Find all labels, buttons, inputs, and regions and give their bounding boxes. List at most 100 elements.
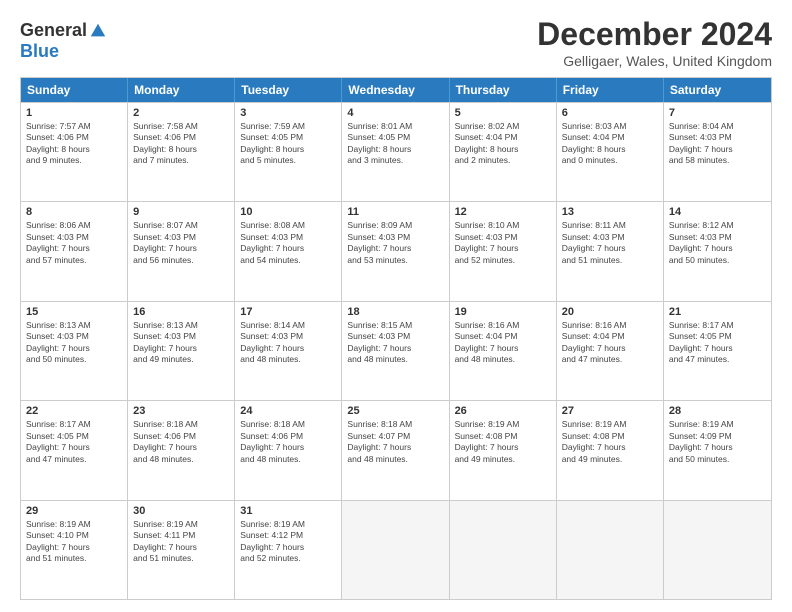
- day-info: Sunrise: 8:14 AM Sunset: 4:03 PM Dayligh…: [240, 320, 336, 366]
- day-cell-5: 5 Sunrise: 8:02 AM Sunset: 4:04 PM Daylig…: [450, 103, 557, 201]
- main-title: December 2024: [537, 16, 772, 53]
- day-number: 22: [26, 405, 122, 417]
- day-info: Sunrise: 8:18 AM Sunset: 4:06 PM Dayligh…: [133, 419, 229, 465]
- day-number: 19: [455, 306, 551, 318]
- day-cell-22: 22 Sunrise: 8:17 AM Sunset: 4:05 PM Dayli…: [21, 401, 128, 499]
- day-cell-29: 29 Sunrise: 8:19 AM Sunset: 4:10 PM Dayli…: [21, 501, 128, 599]
- day-cell-17: 17 Sunrise: 8:14 AM Sunset: 4:03 PM Dayli…: [235, 302, 342, 400]
- day-info: Sunrise: 8:07 AM Sunset: 4:03 PM Dayligh…: [133, 220, 229, 266]
- day-number: 18: [347, 306, 443, 318]
- day-cell-11: 11Sunrise: 8:09 AM Sunset: 4:03 PM Dayli…: [342, 202, 449, 300]
- day-info: Sunrise: 8:13 AM Sunset: 4:03 PM Dayligh…: [26, 320, 122, 366]
- day-info: Sunrise: 8:08 AM Sunset: 4:03 PM Dayligh…: [240, 220, 336, 266]
- day-number: 16: [133, 306, 229, 318]
- day-cell-18: 18 Sunrise: 8:15 AM Sunset: 4:03 PM Dayli…: [342, 302, 449, 400]
- day-number: 31: [240, 505, 336, 517]
- day-number: 25: [347, 405, 443, 417]
- day-info: Sunrise: 8:19 AM Sunset: 4:09 PM Dayligh…: [669, 419, 766, 465]
- day-cell-3: 3Sunrise: 7:59 AM Sunset: 4:05 PM Daylig…: [235, 103, 342, 201]
- day-info: Sunrise: 8:19 AM Sunset: 4:12 PM Dayligh…: [240, 519, 336, 565]
- day-number: 7: [669, 107, 766, 119]
- page: General Blue December 2024 Gelligaer, Wa…: [0, 0, 792, 612]
- day-cell-2: 2 Sunrise: 7:58 AM Sunset: 4:06 PM Daylig…: [128, 103, 235, 201]
- day-cell-14: 14 Sunrise: 8:12 AM Sunset: 4:03 PM Dayli…: [664, 202, 771, 300]
- day-info: Sunrise: 7:59 AM Sunset: 4:05 PM Dayligh…: [240, 121, 336, 167]
- day-cell-23: 23 Sunrise: 8:18 AM Sunset: 4:06 PM Dayli…: [128, 401, 235, 499]
- day-info: Sunrise: 8:13 AM Sunset: 4:03 PM Dayligh…: [133, 320, 229, 366]
- day-info: Sunrise: 8:01 AM Sunset: 4:05 PM Dayligh…: [347, 121, 443, 167]
- header-day-tuesday: Tuesday: [235, 78, 342, 102]
- calendar-row-1: 1 Sunrise: 7:57 AM Sunset: 4:06 PM Daylig…: [21, 102, 771, 201]
- day-cell-26: 26 Sunrise: 8:19 AM Sunset: 4:08 PM Dayli…: [450, 401, 557, 499]
- day-number: 1: [26, 107, 122, 119]
- empty-cell: [342, 501, 449, 599]
- day-cell-28: 28 Sunrise: 8:19 AM Sunset: 4:09 PM Dayli…: [664, 401, 771, 499]
- empty-cell: [664, 501, 771, 599]
- day-cell-24: 24 Sunrise: 8:18 AM Sunset: 4:06 PM Dayli…: [235, 401, 342, 499]
- logo-general-text: General: [20, 20, 87, 41]
- calendar-row-5: 29 Sunrise: 8:19 AM Sunset: 4:10 PM Dayli…: [21, 500, 771, 599]
- empty-cell: [557, 501, 664, 599]
- day-cell-4: 4Sunrise: 8:01 AM Sunset: 4:05 PM Daylig…: [342, 103, 449, 201]
- day-number: 20: [562, 306, 658, 318]
- day-info: Sunrise: 8:19 AM Sunset: 4:08 PM Dayligh…: [455, 419, 551, 465]
- day-cell-25: 25Sunrise: 8:18 AM Sunset: 4:07 PM Dayli…: [342, 401, 449, 499]
- day-info: Sunrise: 8:04 AM Sunset: 4:03 PM Dayligh…: [669, 121, 766, 167]
- header-day-wednesday: Wednesday: [342, 78, 449, 102]
- day-cell-12: 12Sunrise: 8:10 AM Sunset: 4:03 PM Dayli…: [450, 202, 557, 300]
- day-info: Sunrise: 8:19 AM Sunset: 4:11 PM Dayligh…: [133, 519, 229, 565]
- day-info: Sunrise: 8:16 AM Sunset: 4:04 PM Dayligh…: [455, 320, 551, 366]
- day-number: 5: [455, 107, 551, 119]
- day-number: 10: [240, 206, 336, 218]
- day-number: 28: [669, 405, 766, 417]
- day-number: 13: [562, 206, 658, 218]
- header-day-friday: Friday: [557, 78, 664, 102]
- day-number: 30: [133, 505, 229, 517]
- day-info: Sunrise: 8:03 AM Sunset: 4:04 PM Dayligh…: [562, 121, 658, 167]
- day-cell-7: 7 Sunrise: 8:04 AM Sunset: 4:03 PM Daylig…: [664, 103, 771, 201]
- day-info: Sunrise: 8:19 AM Sunset: 4:08 PM Dayligh…: [562, 419, 658, 465]
- day-cell-15: 15Sunrise: 8:13 AM Sunset: 4:03 PM Dayli…: [21, 302, 128, 400]
- header: General Blue December 2024 Gelligaer, Wa…: [20, 16, 772, 69]
- day-info: Sunrise: 8:09 AM Sunset: 4:03 PM Dayligh…: [347, 220, 443, 266]
- day-cell-27: 27Sunrise: 8:19 AM Sunset: 4:08 PM Dayli…: [557, 401, 664, 499]
- calendar-row-4: 22 Sunrise: 8:17 AM Sunset: 4:05 PM Dayli…: [21, 400, 771, 499]
- calendar-row-2: 8Sunrise: 8:06 AM Sunset: 4:03 PM Daylig…: [21, 201, 771, 300]
- day-number: 8: [26, 206, 122, 218]
- day-info: Sunrise: 8:19 AM Sunset: 4:10 PM Dayligh…: [26, 519, 122, 565]
- day-number: 23: [133, 405, 229, 417]
- header-day-monday: Monday: [128, 78, 235, 102]
- day-number: 2: [133, 107, 229, 119]
- day-number: 24: [240, 405, 336, 417]
- subtitle: Gelligaer, Wales, United Kingdom: [537, 53, 772, 69]
- header-day-thursday: Thursday: [450, 78, 557, 102]
- day-info: Sunrise: 8:16 AM Sunset: 4:04 PM Dayligh…: [562, 320, 658, 366]
- day-cell-9: 9Sunrise: 8:07 AM Sunset: 4:03 PM Daylig…: [128, 202, 235, 300]
- day-info: Sunrise: 7:57 AM Sunset: 4:06 PM Dayligh…: [26, 121, 122, 167]
- day-info: Sunrise: 8:15 AM Sunset: 4:03 PM Dayligh…: [347, 320, 443, 366]
- logo-icon: [89, 22, 107, 40]
- day-info: Sunrise: 8:18 AM Sunset: 4:06 PM Dayligh…: [240, 419, 336, 465]
- day-cell-20: 20 Sunrise: 8:16 AM Sunset: 4:04 PM Dayli…: [557, 302, 664, 400]
- day-cell-19: 19 Sunrise: 8:16 AM Sunset: 4:04 PM Dayli…: [450, 302, 557, 400]
- day-info: Sunrise: 7:58 AM Sunset: 4:06 PM Dayligh…: [133, 121, 229, 167]
- day-number: 12: [455, 206, 551, 218]
- day-info: Sunrise: 8:17 AM Sunset: 4:05 PM Dayligh…: [669, 320, 766, 366]
- day-number: 17: [240, 306, 336, 318]
- day-info: Sunrise: 8:11 AM Sunset: 4:03 PM Dayligh…: [562, 220, 658, 266]
- title-block: December 2024 Gelligaer, Wales, United K…: [537, 16, 772, 69]
- day-number: 14: [669, 206, 766, 218]
- day-info: Sunrise: 8:02 AM Sunset: 4:04 PM Dayligh…: [455, 121, 551, 167]
- day-cell-1: 1 Sunrise: 7:57 AM Sunset: 4:06 PM Daylig…: [21, 103, 128, 201]
- logo: General Blue: [20, 16, 107, 62]
- day-number: 29: [26, 505, 122, 517]
- day-cell-30: 30 Sunrise: 8:19 AM Sunset: 4:11 PM Dayli…: [128, 501, 235, 599]
- day-cell-31: 31 Sunrise: 8:19 AM Sunset: 4:12 PM Dayli…: [235, 501, 342, 599]
- day-info: Sunrise: 8:17 AM Sunset: 4:05 PM Dayligh…: [26, 419, 122, 465]
- calendar-body: 1 Sunrise: 7:57 AM Sunset: 4:06 PM Daylig…: [21, 102, 771, 599]
- empty-cell: [450, 501, 557, 599]
- day-cell-10: 10 Sunrise: 8:08 AM Sunset: 4:03 PM Dayli…: [235, 202, 342, 300]
- day-info: Sunrise: 8:12 AM Sunset: 4:03 PM Dayligh…: [669, 220, 766, 266]
- day-cell-13: 13 Sunrise: 8:11 AM Sunset: 4:03 PM Dayli…: [557, 202, 664, 300]
- day-number: 26: [455, 405, 551, 417]
